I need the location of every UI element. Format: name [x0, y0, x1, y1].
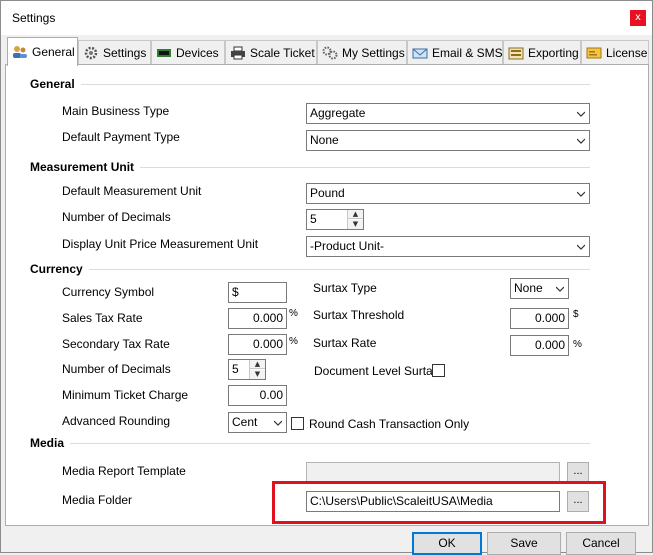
stepper-up-button[interactable]: ▲ [250, 360, 265, 369]
default-payment-type-label: Default Payment Type [62, 130, 180, 144]
tab-label: Scale Ticket [250, 46, 315, 60]
tab-label: My Settings [342, 46, 405, 60]
media-report-template-browse-button[interactable]: ... [567, 462, 589, 483]
advanced-rounding-label: Advanced Rounding [62, 414, 171, 428]
secondary-tax-rate-input[interactable]: 0.000 [228, 334, 287, 355]
section-title-general: General [30, 77, 81, 91]
display-unit-price-label: Display Unit Price Measurement Unit [62, 237, 259, 251]
tab-label: General [32, 45, 75, 59]
media-folder-label: Media Folder [62, 493, 133, 507]
save-button[interactable]: Save [487, 532, 561, 555]
main-business-type-select[interactable]: Aggregate [306, 103, 590, 124]
tab-scale-ticket[interactable]: Scale Ticket [225, 40, 317, 65]
select-value: Pound [310, 186, 345, 200]
dollar-unit: $ [573, 309, 579, 320]
tab-email-sms[interactable]: Email & SMS [407, 40, 503, 65]
title-bar: Settings x [1, 1, 652, 35]
tab-general[interactable]: General [7, 37, 78, 66]
tab-my-settings[interactable]: My Settings [317, 40, 407, 65]
minimum-ticket-charge-input[interactable]: 0.00 [228, 385, 287, 406]
sales-tax-rate-input[interactable]: 0.000 [228, 308, 287, 329]
tab-exporting[interactable]: Exporting [503, 40, 581, 65]
percent-unit: % [289, 336, 298, 347]
stepper-down-button[interactable]: ▼ [348, 220, 363, 229]
section-title-currency: Currency [30, 262, 89, 276]
default-measurement-unit-select[interactable]: Pound [306, 183, 590, 204]
tab-settings[interactable]: Settings [78, 40, 151, 65]
round-cash-only-label: Round Cash Transaction Only [309, 417, 470, 431]
tab-license[interactable]: License [581, 40, 649, 65]
chevron-down-icon [577, 111, 585, 117]
stepper-value: 5 [232, 362, 239, 376]
select-value: None [310, 133, 339, 147]
measurement-decimals-stepper[interactable]: 5 ▲ ▼ [306, 209, 364, 230]
chevron-down-icon [556, 286, 564, 292]
stepper-value: 5 [310, 212, 317, 226]
stepper-down-button[interactable]: ▼ [250, 370, 265, 379]
surtax-threshold-label: Surtax Threshold [313, 308, 405, 322]
section-divider [31, 84, 590, 85]
section-title-media: Media [30, 436, 71, 450]
currency-symbol-label: Currency Symbol [62, 285, 155, 299]
measurement-decimals-label: Number of Decimals [62, 210, 171, 224]
document-level-surtax-label: Document Level Surtax [314, 364, 439, 378]
device-icon [156, 46, 172, 60]
select-value: Cent [232, 415, 258, 429]
chevron-down-icon [577, 138, 585, 144]
tab-label: Exporting [528, 46, 579, 60]
email-icon [412, 46, 428, 60]
window-title: Settings [12, 11, 56, 25]
settings-window: Settings x General Settings Devices Scal… [0, 0, 653, 555]
printer-icon [230, 46, 246, 60]
cancel-button[interactable]: Cancel [566, 532, 636, 555]
select-value: None [514, 281, 543, 295]
surtax-type-label: Surtax Type [313, 281, 377, 295]
select-value: -Product Unit- [310, 239, 385, 253]
sales-tax-rate-label: Sales Tax Rate [62, 311, 143, 325]
default-payment-type-select[interactable]: None [306, 130, 590, 151]
surtax-threshold-input[interactable]: 0.000 [510, 308, 569, 329]
tab-label: License [606, 46, 648, 60]
chevron-down-icon [577, 191, 585, 197]
minimum-ticket-charge-label: Minimum Ticket Charge [62, 388, 189, 402]
media-report-template-input[interactable] [306, 462, 560, 483]
percent-unit: % [289, 308, 298, 319]
default-measurement-unit-label: Default Measurement Unit [62, 184, 202, 198]
display-unit-price-select[interactable]: -Product Unit- [306, 236, 590, 257]
currency-decimals-stepper[interactable]: 5 ▲ ▼ [228, 359, 266, 380]
media-report-template-label: Media Report Template [62, 464, 186, 478]
export-icon [508, 46, 524, 60]
surtax-rate-label: Surtax Rate [313, 336, 377, 350]
document-level-surtax-checkbox[interactable] [432, 364, 445, 377]
gears-icon [322, 46, 338, 60]
surtax-rate-input[interactable]: 0.000 [510, 335, 569, 356]
tab-content-general: General Main Business Type Aggregate Def… [5, 64, 649, 526]
gear-icon [83, 46, 99, 60]
highlight-box [272, 481, 606, 524]
tab-label: Devices [176, 46, 219, 60]
license-icon [586, 46, 602, 60]
ok-button[interactable]: OK [412, 532, 482, 555]
section-divider [31, 269, 590, 270]
close-button[interactable]: x [630, 10, 646, 26]
tab-label: Settings [103, 46, 147, 60]
section-divider [31, 443, 590, 444]
main-business-type-label: Main Business Type [62, 104, 170, 118]
percent-unit: % [573, 339, 582, 350]
tab-label: Email & SMS [432, 46, 503, 60]
section-title-measurement: Measurement Unit [30, 160, 141, 174]
currency-decimals-label: Number of Decimals [62, 362, 171, 376]
secondary-tax-rate-label: Secondary Tax Rate [62, 337, 170, 351]
round-cash-only-checkbox[interactable] [291, 417, 304, 430]
chevron-down-icon [274, 420, 282, 426]
advanced-rounding-select[interactable]: Cent [228, 412, 287, 433]
users-icon [12, 45, 28, 59]
tab-devices[interactable]: Devices [151, 40, 225, 65]
stepper-up-button[interactable]: ▲ [348, 210, 363, 219]
currency-symbol-input[interactable]: $ [228, 282, 287, 303]
surtax-type-select[interactable]: None [510, 278, 569, 299]
select-value: Aggregate [310, 106, 366, 120]
chevron-down-icon [577, 244, 585, 250]
tab-strip: General Settings Devices Scale Ticket My… [5, 37, 651, 66]
